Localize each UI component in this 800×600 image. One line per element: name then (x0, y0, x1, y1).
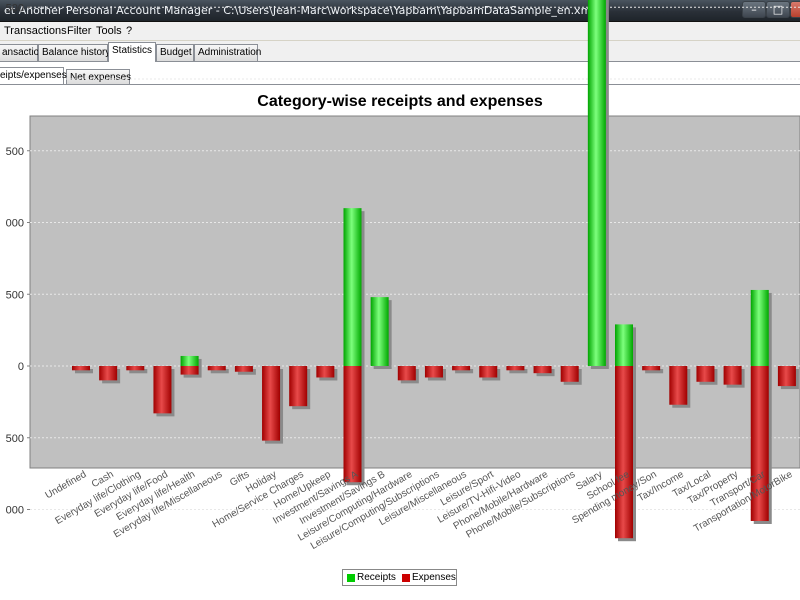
bar-expenses (723, 366, 742, 385)
y-tick-label: 500 (6, 433, 24, 445)
y-tick-label: 500 (6, 2, 24, 14)
bar-expenses (126, 366, 145, 371)
x-tick-label: Undefined (44, 469, 89, 501)
bar-receipts (587, 0, 606, 366)
bar-expenses (262, 366, 281, 441)
subtab-receipts-expenses[interactable]: eipts/expenses (0, 67, 67, 84)
bar-receipts (343, 208, 362, 366)
legend-swatch-expenses (402, 574, 410, 582)
bar-expenses (180, 366, 199, 375)
chart-title: Category-wise receipts and expenses (257, 93, 543, 110)
y-tick-label: 000 (6, 218, 24, 230)
bar-expenses (560, 366, 579, 382)
bar-receipts (615, 324, 633, 366)
bar-expenses (234, 366, 253, 372)
receipts-expenses-chart: Category-wise receipts and expenses 000 5… (6, 0, 800, 552)
x-axis-labels: Undefined CashEveryday life/ClothingEvery… (44, 469, 795, 552)
bar-expenses (479, 366, 498, 378)
plot-background (29, 115, 800, 469)
tab-statistics[interactable]: Statistics (108, 42, 156, 62)
y-tick-label: 000 (6, 505, 24, 517)
bar-expenses (153, 366, 172, 414)
legend-swatch-receipts (347, 574, 355, 582)
bar-receipts (370, 297, 389, 366)
chart-legend: Receipts Expenses (342, 569, 457, 586)
y-tick-label: 500 (6, 146, 24, 158)
bar-expenses (397, 366, 416, 381)
y-tick-label: 500 (6, 289, 24, 301)
bar-expenses (343, 366, 362, 483)
app-window: et Another Personal Account Manager - C:… (0, 0, 800, 600)
bar-expenses (99, 366, 118, 381)
bar-expenses (696, 366, 715, 382)
bar-expenses (615, 366, 633, 539)
bar-expenses (452, 366, 471, 371)
bar-expenses (777, 366, 796, 387)
bar-expenses (289, 366, 308, 407)
bar-expenses (642, 366, 661, 371)
bar-expenses (72, 366, 90, 371)
bar-expenses (207, 366, 226, 371)
bar-expenses (506, 366, 525, 371)
bar-receipts (180, 355, 199, 366)
legend-label-expenses: Expenses (412, 572, 456, 583)
bar-receipts (750, 289, 769, 366)
bar-expenses (316, 366, 335, 378)
bar-expenses (424, 366, 443, 378)
y-tick-label: 0 (18, 361, 24, 373)
bar-expenses (669, 366, 688, 405)
bar-expenses (533, 366, 552, 374)
legend-label-receipts: Receipts (357, 572, 396, 583)
